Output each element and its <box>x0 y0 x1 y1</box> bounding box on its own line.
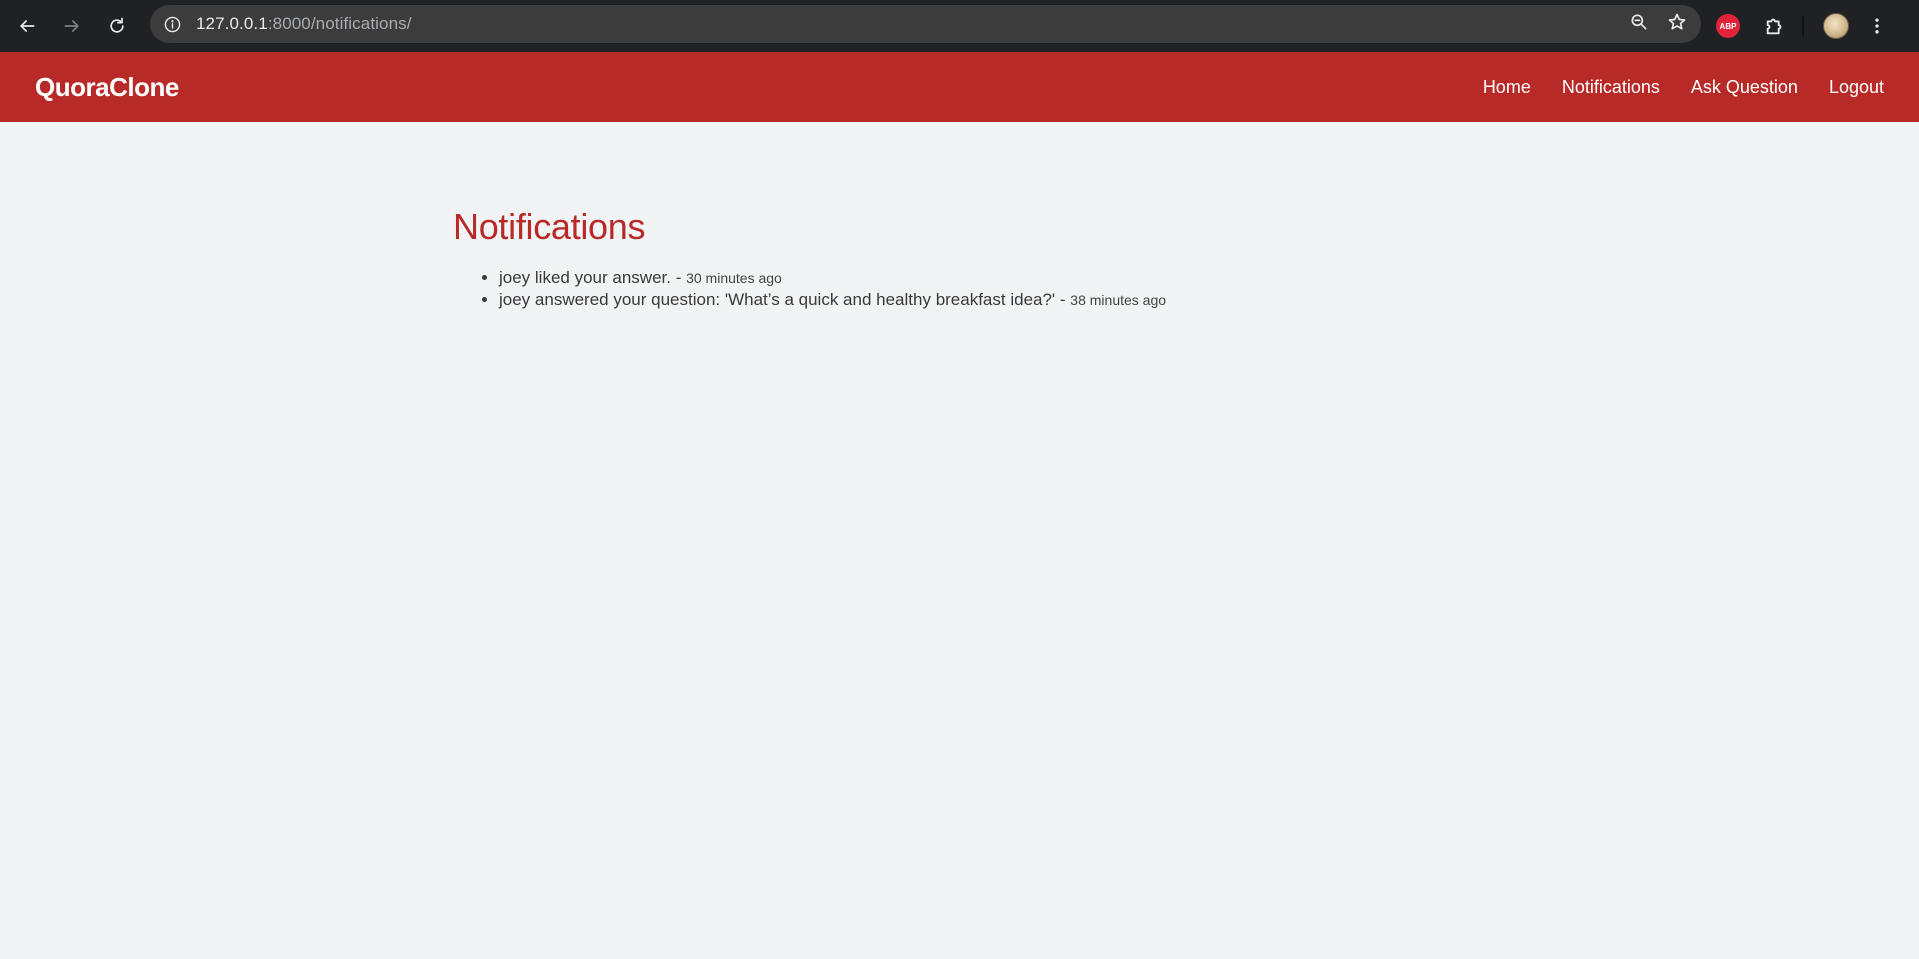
adblock-extension-icon[interactable]: ABP <box>1716 14 1740 38</box>
browser-toolbar: 127.0.0.1:8000/notifications/ ABP <box>0 0 1919 52</box>
nav-link-ask-question[interactable]: Ask Question <box>1691 77 1798 98</box>
address-bar[interactable]: 127.0.0.1:8000/notifications/ <box>150 5 1701 43</box>
back-arrow-icon[interactable] <box>9 8 45 44</box>
toolbar-divider <box>1802 16 1804 36</box>
nav-link-home[interactable]: Home <box>1483 77 1531 98</box>
nav-link-logout[interactable]: Logout <box>1829 77 1884 98</box>
more-menu-icon[interactable] <box>1867 16 1887 36</box>
url-text[interactable]: 127.0.0.1:8000/notifications/ <box>196 14 412 34</box>
bookmark-star-icon[interactable] <box>1667 12 1687 37</box>
notification-text: joey answered your question: 'What’s a q… <box>499 290 1056 309</box>
nav-links: Home Notifications Ask Question Logout <box>1452 77 1884 98</box>
reload-icon[interactable] <box>99 8 135 44</box>
notification-list: joey liked your answer. - 30 minutes ago… <box>499 267 1919 311</box>
page-title: Notifications <box>453 206 646 247</box>
brand-logo-link[interactable]: QuoraClone <box>35 72 179 103</box>
nav-link-notifications[interactable]: Notifications <box>1562 77 1660 98</box>
notification-item: joey liked your answer. - 30 minutes ago <box>499 267 1919 289</box>
notification-separator: - <box>1055 290 1071 309</box>
zoom-icon[interactable] <box>1629 12 1649 37</box>
extensions-puzzle-icon[interactable] <box>1764 15 1786 37</box>
url-path: :8000/notifications/ <box>267 14 412 33</box>
profile-avatar[interactable] <box>1823 13 1849 39</box>
site-navbar: QuoraClone Home Notifications Ask Questi… <box>0 52 1919 122</box>
notification-time: 38 minutes ago <box>1070 292 1167 308</box>
site-info-icon[interactable] <box>160 12 184 36</box>
url-host: 127.0.0.1 <box>196 14 268 33</box>
main-content: Notifications joey liked your answer. - … <box>0 122 1919 311</box>
notification-text: joey liked your answer. <box>499 268 671 287</box>
notification-separator: - <box>670 268 687 287</box>
notification-item: joey answered your question: 'What’s a q… <box>499 289 1919 311</box>
notification-time: 30 minutes ago <box>686 270 782 286</box>
forward-arrow-icon[interactable] <box>54 8 90 44</box>
